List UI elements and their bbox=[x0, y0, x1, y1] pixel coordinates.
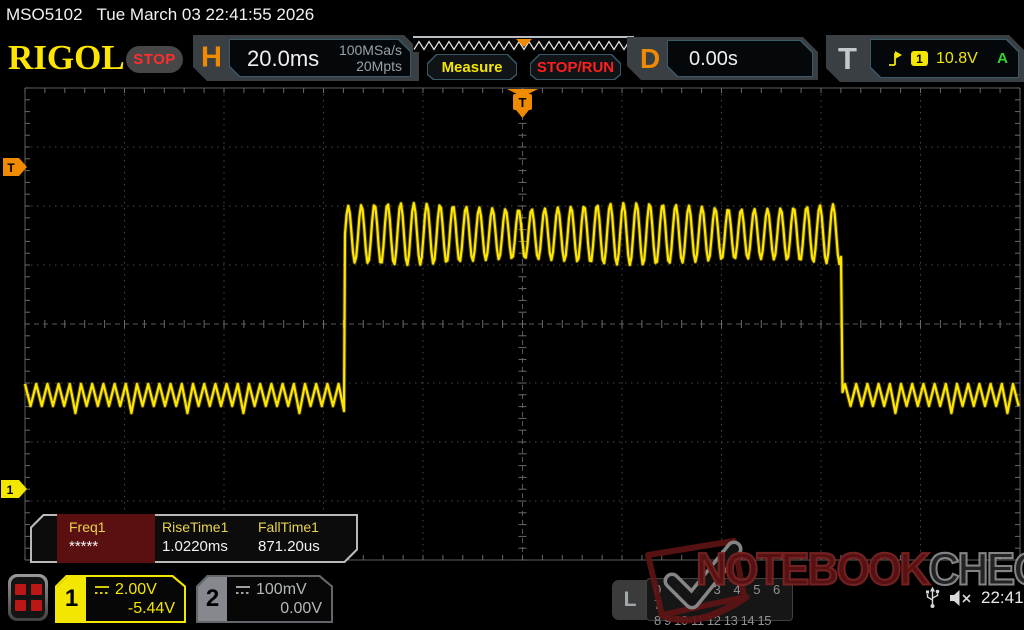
menu-button[interactable] bbox=[8, 574, 48, 621]
graticule bbox=[25, 88, 1020, 560]
channel1-panel[interactable]: 1 2.00V -5.44V bbox=[55, 575, 186, 623]
run-state-badge: STOP bbox=[126, 46, 183, 73]
measurement-panel: Freq1 ***** RiseTime1 1.0220ms FallTime1… bbox=[30, 514, 358, 563]
channel2-panel[interactable]: 2 100mV 0.00V bbox=[196, 575, 333, 623]
trigger-level-marker[interactable]: T bbox=[3, 158, 27, 176]
channel2-offset: 0.00V bbox=[235, 600, 322, 618]
trigger-box: 1 10.8V A bbox=[870, 39, 1019, 78]
channel2-badge: 2 bbox=[198, 577, 227, 621]
acquisition-rates: 100MSa/s 20Mpts bbox=[339, 42, 402, 74]
channel1-scale: 2.00V bbox=[115, 581, 157, 599]
dc-coupling-icon bbox=[94, 584, 110, 596]
timebase-box: 20.0ms 100MSa/s 20Mpts bbox=[229, 39, 411, 77]
oscilloscope-screen: MSO5102Tue March 03 22:41:55 2026 RIGOL … bbox=[0, 0, 1024, 630]
delay-box: 0.00s bbox=[667, 40, 813, 77]
logic-channels-panel[interactable]: 0 1 2 3 4 5 6 7 8 9 10 11 12 13 14 15 bbox=[646, 578, 793, 621]
measurement-freq1[interactable]: Freq1 ***** bbox=[57, 514, 155, 563]
trigger-label: T bbox=[838, 41, 857, 77]
logic-channels-row2: 8 9 10 11 12 13 14 15 bbox=[654, 613, 785, 628]
trigger-level-value: 10.8V bbox=[936, 50, 978, 68]
datetime-text: Tue March 03 22:41:55 2026 bbox=[97, 5, 315, 24]
rigol-logo: RIGOL bbox=[8, 38, 125, 78]
measurement-risetime1[interactable]: RiseTime1 1.0220ms bbox=[162, 514, 254, 563]
channel1-badge: 1 bbox=[57, 577, 86, 621]
scope-display: T T 1 bbox=[0, 82, 1024, 562]
measure-button[interactable]: Measure bbox=[427, 54, 517, 80]
trigger-mode: A bbox=[997, 50, 1008, 67]
sample-rate: 100MSa/s bbox=[339, 42, 402, 58]
trigger-level-letter: T bbox=[7, 161, 15, 175]
usb-icon bbox=[925, 586, 940, 609]
menu-grid-icon bbox=[11, 577, 45, 618]
channel1-offset-marker[interactable]: 1 bbox=[1, 480, 27, 498]
delay-value: 0.00s bbox=[689, 48, 738, 71]
channel1-trace bbox=[25, 203, 1019, 413]
logic-analyzer-tab[interactable]: L bbox=[612, 580, 648, 620]
trigger-source-badge: 1 bbox=[911, 51, 928, 66]
channel1-offset: -5.44V bbox=[94, 600, 175, 618]
delay-label: D bbox=[640, 43, 660, 75]
rising-edge-icon bbox=[887, 50, 903, 68]
channel2-scale: 100mV bbox=[256, 581, 307, 599]
logic-channels-row1: 0 1 2 3 4 5 6 7 bbox=[654, 582, 785, 612]
memory-depth: 20Mpts bbox=[339, 58, 402, 74]
titlebar: MSO5102 Tue March 03 22:41:55 2026 bbox=[6, 5, 314, 25]
channel1-marker-letter: 1 bbox=[7, 483, 14, 497]
model-name: MSO5102 bbox=[6, 5, 83, 24]
sound-muted-icon bbox=[949, 589, 972, 607]
measurement-falltime1[interactable]: FallTime1 871.20us bbox=[258, 514, 350, 563]
trigger-position-marker[interactable]: T bbox=[507, 89, 538, 118]
delay-panel[interactable]: D 0.00s bbox=[627, 37, 818, 80]
clock-text: 22:41 bbox=[981, 588, 1024, 608]
stop-run-button[interactable]: STOP/RUN bbox=[530, 54, 621, 80]
horizontal-panel[interactable]: H 20.0ms 100MSa/s 20Mpts bbox=[193, 35, 419, 81]
preview-waveform bbox=[413, 38, 634, 52]
waveform-preview-strip[interactable] bbox=[413, 36, 634, 52]
dc-coupling-icon bbox=[235, 584, 251, 596]
trigger-panel[interactable]: T 1 10.8V A bbox=[826, 35, 1024, 82]
horizontal-label: H bbox=[201, 42, 222, 75]
timebase-value: 20.0ms bbox=[247, 46, 319, 72]
trigger-flag-letter: T bbox=[519, 95, 527, 110]
